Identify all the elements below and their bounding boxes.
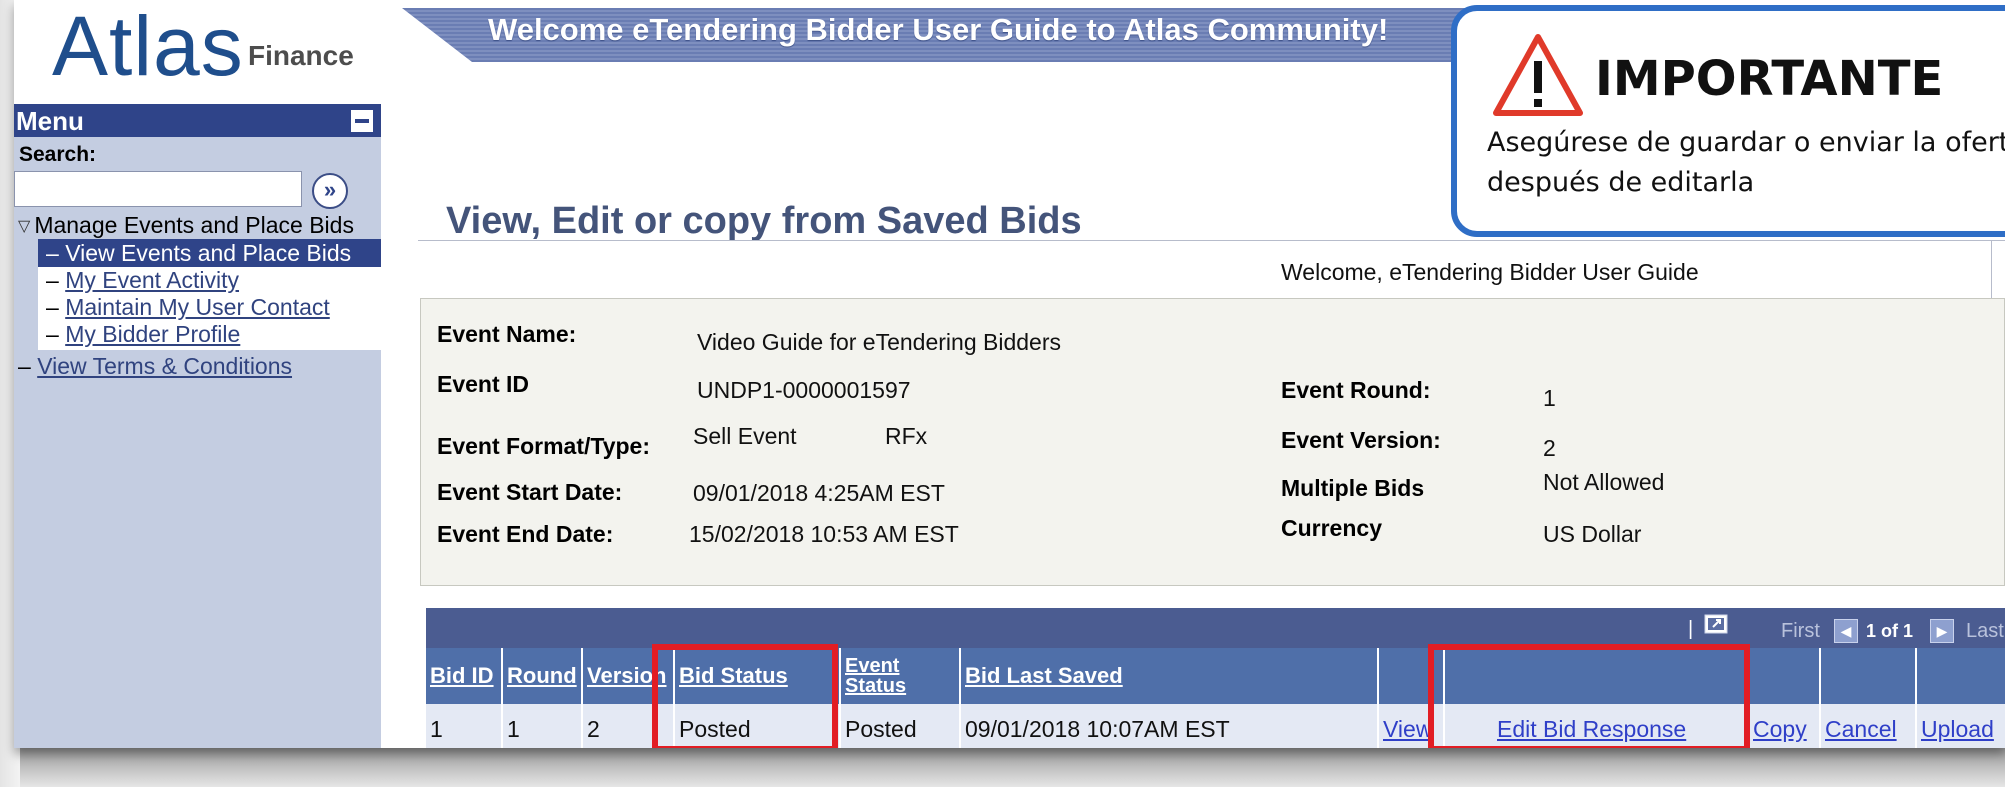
copy-link[interactable]: Copy — [1753, 716, 1807, 742]
search-input[interactable] — [14, 171, 302, 207]
search-label: Search: — [19, 143, 97, 166]
header-line: Event — [845, 655, 900, 677]
cell-cancel: Cancel — [1820, 704, 1917, 748]
event-start-label: Event Start Date: — [437, 479, 623, 505]
nav-item-view-events[interactable]: – View Events and Place Bids — [38, 239, 381, 267]
nav-item-terms[interactable]: – View Terms & Conditions — [14, 352, 381, 380]
important-callout: IMPORTANTE Asegúrese de guardar o enviar… — [1451, 5, 2005, 237]
search-row: » — [14, 167, 381, 211]
col-bid-last-saved[interactable]: Bid Last Saved — [960, 648, 1379, 704]
sort-link[interactable]: Bid ID — [430, 663, 494, 688]
event-round-value: 1 — [1543, 385, 1556, 411]
event-end-label: Event End Date: — [437, 521, 614, 547]
event-format-value: Sell Event — [693, 423, 797, 449]
event-round-label: Event Round: — [1281, 377, 1431, 403]
col-event-status[interactable]: Event Status — [840, 648, 961, 704]
event-start-value: 09/01/2018 4:25AM EST — [693, 480, 945, 506]
logo-sub-text: Finance — [248, 40, 354, 71]
nav-item-manage-events[interactable]: ▽ Manage Events and Place Bids — [14, 211, 381, 239]
multiple-bids-value: Not Allowed — [1543, 469, 1665, 495]
nav-link[interactable]: View Terms & Conditions — [37, 353, 292, 379]
prev-page-icon[interactable]: ◀ — [1834, 616, 1858, 643]
event-version-label: Event Version: — [1281, 427, 1441, 453]
nav-link[interactable]: My Event Activity — [65, 267, 239, 293]
edit-bid-highlight — [1428, 644, 1750, 748]
currency-label: Currency — [1281, 515, 1382, 541]
col-upload — [1916, 648, 2005, 704]
expand-triangle-icon: ▽ — [18, 218, 31, 235]
callout-text: Asegúrese de guardar o enviar la oferta … — [1487, 127, 2005, 198]
event-id-label: Event ID — [437, 371, 530, 397]
nav-children: – View Events and Place Bids – My Event … — [38, 239, 381, 350]
double-chevron-icon: » — [323, 177, 337, 202]
upload-link[interactable]: Upload — [1921, 716, 1994, 742]
header-line: Status — [845, 675, 907, 697]
cell-bid-id: 1 — [426, 704, 503, 748]
cell-copy: Copy — [1748, 704, 1821, 748]
currency-value: US Dollar — [1543, 521, 1642, 547]
divider — [1991, 240, 1992, 300]
search-go-button[interactable]: » — [312, 173, 348, 209]
collapse-icon[interactable] — [351, 110, 373, 132]
view-link[interactable]: View — [1383, 716, 1432, 742]
col-copy — [1748, 648, 1821, 704]
welcome-text: Welcome, eTendering Bidder User Guide — [1281, 259, 1699, 285]
nav-link[interactable]: My Bidder Profile — [65, 321, 240, 347]
atlas-logo: Atlas Finance — [52, 0, 354, 93]
left-menu: Menu Search: » ▽ Manage Events and Place … — [14, 104, 381, 748]
cell-event-status: Posted — [840, 704, 961, 748]
sort-link[interactable]: Bid Last Saved — [965, 663, 1123, 688]
callout-title: IMPORTANTE — [1595, 51, 1944, 107]
next-page-icon[interactable]: ▶ — [1930, 616, 1954, 643]
col-cancel — [1820, 648, 1917, 704]
screenshot-frame: Atlas Finance Welcome eTendering Bidder … — [14, 0, 2005, 748]
warning-icon — [1493, 34, 1583, 116]
cancel-link[interactable]: Cancel — [1825, 716, 1897, 742]
nav-separator: | — [1688, 618, 1694, 640]
event-format-label: Event Format/Type: — [437, 433, 650, 459]
frame-shadow-bottom — [20, 748, 2005, 787]
banner-title: Welcome eTendering Bidder User Guide to … — [488, 12, 1389, 47]
nav-item-user-contact[interactable]: – Maintain My User Contact — [38, 294, 381, 321]
last-page-link[interactable]: Last — [1966, 620, 2004, 643]
nav-item-bidder-profile[interactable]: – My Bidder Profile — [38, 321, 381, 348]
sort-link[interactable]: Event Status — [845, 655, 906, 697]
page-range: 1 of 1 — [1866, 621, 1914, 641]
logo-main-text: Atlas — [52, 0, 244, 93]
event-id-value: UNDP1-0000001597 — [697, 377, 911, 403]
bid-status-highlight — [652, 644, 838, 748]
nav-item-label: View Events and Place Bids — [65, 240, 352, 266]
first-page-link[interactable]: First — [1781, 620, 1820, 643]
menu-title: Menu — [16, 106, 84, 136]
menu-header: Menu — [14, 104, 381, 137]
col-round[interactable]: Round — [502, 648, 583, 704]
divider — [418, 240, 2005, 241]
event-end-value: 15/02/2018 10:53 AM EST — [689, 521, 959, 547]
multiple-bids-label: Multiple Bids — [1281, 475, 1425, 501]
event-name-label: Event Name: — [437, 321, 577, 347]
nav-item-label: Manage Events and Place Bids — [34, 212, 354, 238]
col-bid-id[interactable]: Bid ID — [426, 648, 503, 704]
sort-link[interactable]: Round — [507, 663, 577, 688]
event-type-value: RFx — [885, 423, 928, 449]
nav-link[interactable]: Maintain My User Contact — [65, 294, 330, 320]
event-details-panel: Event Name: Video Guide for eTendering B… — [420, 298, 2005, 586]
cell-bid-last-saved: 09/01/2018 10:07AM EST — [960, 704, 1379, 748]
header-banner: Welcome eTendering Bidder User Guide to … — [402, 0, 1592, 62]
page-title: View, Edit or copy from Saved Bids — [446, 200, 1082, 242]
grid-navigation-bar: | First ◀ 1 of 1 ▶ Last — [426, 608, 2005, 648]
zoom-grid-icon[interactable] — [1704, 612, 1730, 642]
cell-upload: Upload — [1916, 704, 2005, 748]
event-name-value: Video Guide for eTendering Bidders — [697, 329, 1061, 355]
cell-round: 1 — [502, 704, 583, 748]
nav-item-event-activity[interactable]: – My Event Activity — [38, 267, 381, 294]
event-version-value: 2 — [1543, 435, 1556, 461]
